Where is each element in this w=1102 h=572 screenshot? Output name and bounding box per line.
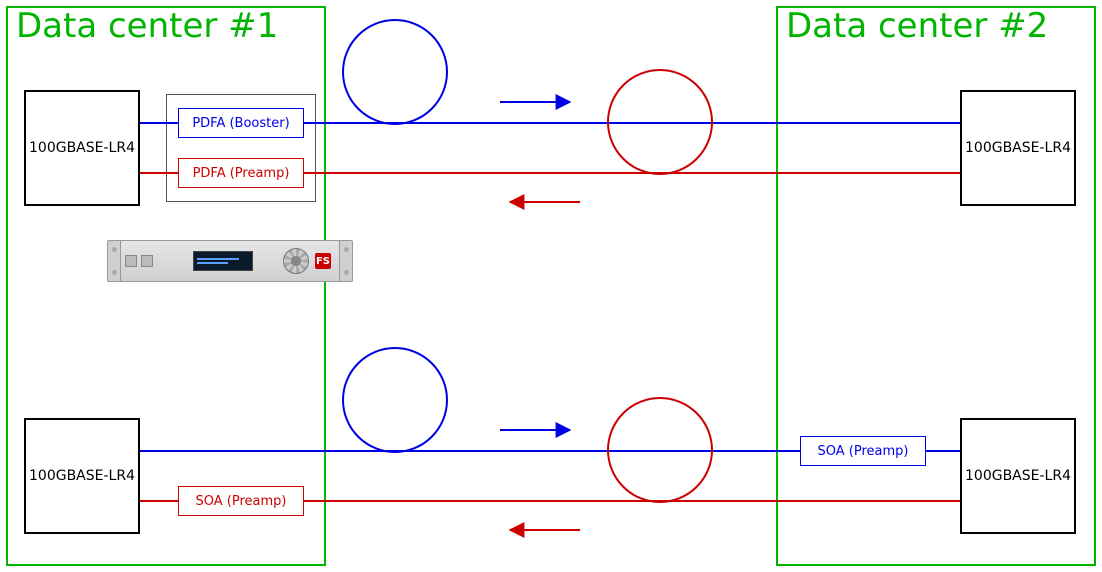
device-brand: FS: [315, 253, 331, 269]
pdfa-booster-label: PDFA (Booster): [192, 116, 289, 131]
datacenter-2-title: Data center #2: [786, 6, 1048, 46]
bottom-red-coil: [608, 398, 712, 502]
bottom-left-transceiver-label: 100GBASE-LR4: [29, 468, 135, 484]
datacenter-1-title: Data center #1: [16, 6, 278, 46]
bottom-left-soa-preamp-label: SOA (Preamp): [196, 494, 287, 509]
pdfa-preamp-label: PDFA (Preamp): [193, 166, 290, 181]
bottom-right-soa-preamp: SOA (Preamp): [800, 436, 926, 466]
amplifier-device: FS: [120, 240, 340, 282]
top-left-transceiver-label: 100GBASE-LR4: [29, 140, 135, 156]
top-red-coil: [608, 70, 712, 174]
bottom-right-soa-preamp-label: SOA (Preamp): [818, 444, 909, 459]
top-left-transceiver: 100GBASE-LR4: [24, 90, 140, 206]
bottom-left-soa-preamp: SOA (Preamp): [178, 486, 304, 516]
bottom-left-transceiver: 100GBASE-LR4: [24, 418, 140, 534]
bottom-right-transceiver-label: 100GBASE-LR4: [965, 468, 1071, 484]
pdfa-preamp: PDFA (Preamp): [178, 158, 304, 188]
pdfa-booster: PDFA (Booster): [178, 108, 304, 138]
top-right-transceiver-label: 100GBASE-LR4: [965, 140, 1071, 156]
bottom-blue-coil: [343, 348, 447, 452]
top-blue-coil: [343, 20, 447, 124]
top-right-transceiver: 100GBASE-LR4: [960, 90, 1076, 206]
bottom-right-transceiver: 100GBASE-LR4: [960, 418, 1076, 534]
